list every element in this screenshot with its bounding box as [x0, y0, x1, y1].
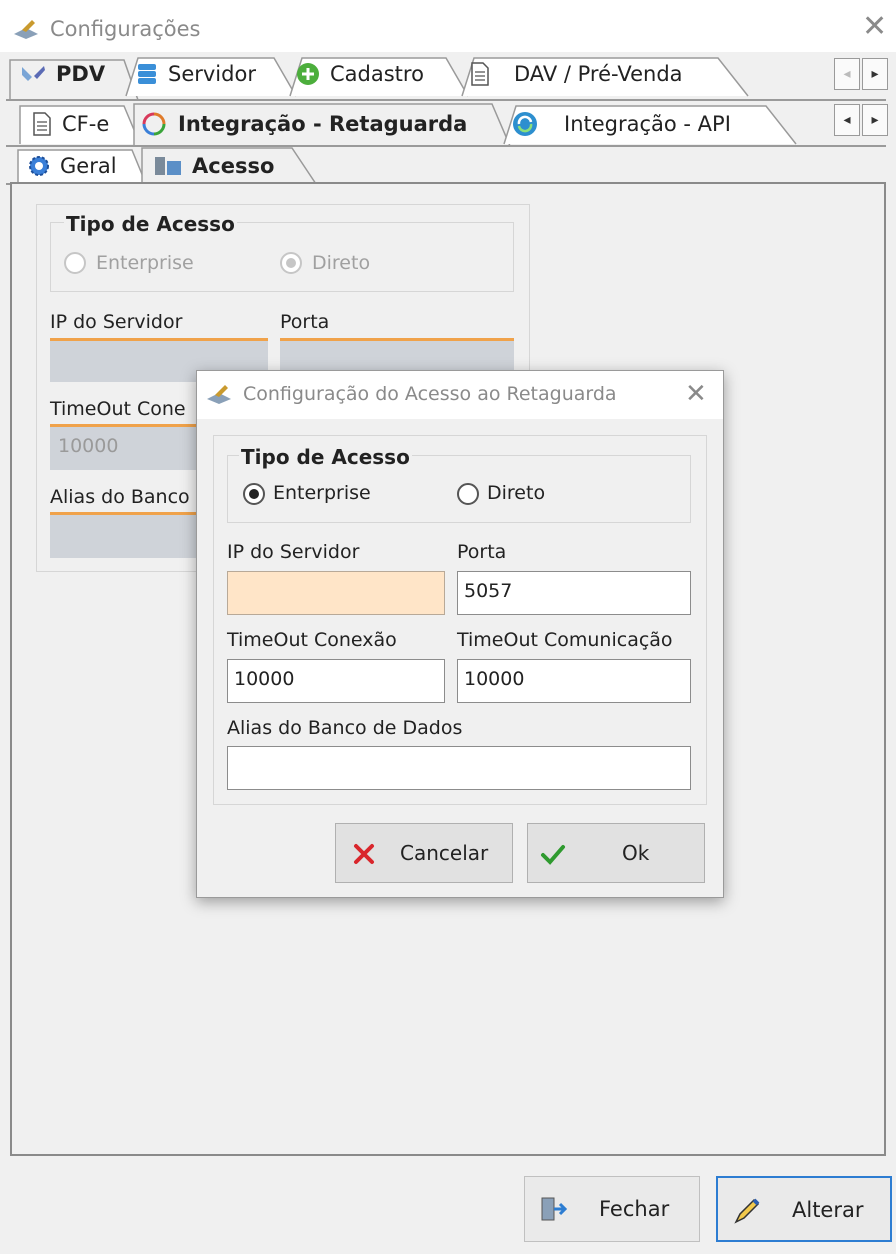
porta-field[interactable]: 5057	[457, 571, 691, 615]
radio-direto-label[interactable]: Direto	[487, 482, 545, 504]
document-icon	[33, 112, 51, 136]
porta-label: Porta	[457, 541, 507, 563]
refresh-icon	[513, 112, 537, 136]
add-circle-icon	[297, 63, 319, 85]
tab-label: Geral	[60, 154, 117, 178]
tab-cadastro[interactable]: Cadastro	[282, 52, 424, 96]
tab-integracao-retaguarda[interactable]: Integração - Retaguarda	[126, 102, 467, 146]
tab-label: Acesso	[192, 154, 275, 178]
window-close-button[interactable]: ✕	[862, 12, 887, 42]
bg-radio-enterprise-label: Enterprise	[96, 252, 194, 274]
bg-radio-enterprise	[64, 252, 86, 274]
document-icon	[471, 62, 489, 86]
gear-icon	[29, 156, 49, 176]
exit-door-icon	[541, 1197, 567, 1221]
tabs2-scroll-right-button[interactable]: ▸	[862, 104, 888, 136]
tab-servidor[interactable]: Servidor	[122, 52, 256, 96]
tab-cf-e[interactable]: CF-e	[18, 102, 109, 146]
tab-label: PDV	[56, 62, 106, 86]
dialog-close-button[interactable]: ✕	[685, 379, 707, 409]
tabs2-scroll-left-button[interactable]: ◂	[834, 104, 860, 136]
cancelar-button[interactable]: Cancelar	[335, 823, 513, 883]
bg-timeout-field: 10000	[50, 424, 210, 470]
tab-label: DAV / Pré-Venda	[514, 62, 683, 86]
ip-servidor-label: IP do Servidor	[227, 541, 360, 563]
access-config-dialog: Configuração do Acesso ao Retaguarda ✕ T…	[196, 370, 724, 898]
bg-radio-direto	[280, 252, 302, 274]
radio-enterprise[interactable]	[243, 483, 265, 505]
tabrow3-shapes	[6, 147, 886, 185]
bg-ip-label: IP do Servidor	[50, 311, 183, 333]
bg-radio-direto-label: Direto	[312, 252, 371, 274]
bg-alias-label: Alias do Banco	[50, 486, 190, 508]
radio-direto[interactable]	[457, 483, 479, 505]
app-icon	[207, 385, 231, 404]
ok-button[interactable]: Ok	[527, 823, 705, 883]
radio-enterprise-label[interactable]: Enterprise	[273, 482, 371, 504]
bg-group-title: Tipo de Acesso	[64, 212, 237, 236]
tab-label: Servidor	[168, 62, 256, 86]
timeout-comunicacao-label: TimeOut Comunicação	[457, 629, 673, 651]
pencil-icon	[734, 1198, 760, 1224]
tools-icon	[22, 66, 45, 81]
database-icon	[138, 64, 156, 84]
cancelar-label: Cancelar	[400, 841, 489, 865]
dialog-title: Configuração do Acesso ao Retaguarda	[243, 383, 617, 405]
bg-timeout-label: TimeOut Cone	[50, 398, 186, 420]
server-icon	[155, 157, 181, 175]
alias-banco-label: Alias do Banco de Dados	[227, 717, 463, 739]
tab-label: Integração - API	[564, 112, 731, 136]
alterar-button[interactable]: Alterar	[716, 1176, 892, 1242]
bg-timeout-value: 10000	[58, 435, 119, 457]
fechar-button[interactable]: Fechar	[524, 1176, 700, 1242]
timeout-conexao-label: TimeOut Conexão	[227, 629, 397, 651]
ok-label: Ok	[622, 841, 650, 865]
checkmark-icon	[541, 845, 565, 865]
tabs1-scroll-right-button[interactable]: ▸	[862, 58, 888, 90]
tipo-acesso-title: Tipo de Acesso	[239, 445, 412, 469]
sync-icon	[142, 112, 166, 136]
tabs1-scroll-left-button[interactable]: ◂	[834, 58, 860, 90]
timeout-conexao-field[interactable]: 10000	[227, 659, 445, 703]
tab-acesso[interactable]: Acesso	[140, 146, 274, 186]
alias-banco-field[interactable]	[227, 746, 691, 790]
bg-porta-label: Porta	[280, 311, 330, 333]
timeout-comunicacao-field[interactable]: 10000	[457, 659, 691, 703]
cancel-x-icon	[354, 844, 374, 864]
window-titlebar: Configurações ✕	[0, 0, 896, 52]
tab-label: Cadastro	[330, 62, 424, 86]
tab-dav-pre-venda[interactable]: DAV / Pré-Venda	[456, 52, 683, 96]
app-icon	[14, 20, 38, 39]
window-title: Configurações	[50, 17, 201, 41]
tab-pdv[interactable]: PDV	[6, 52, 105, 96]
tab-geral[interactable]: Geral	[14, 146, 117, 186]
dialog-titlebar: Configuração do Acesso ao Retaguarda ✕	[197, 371, 723, 419]
alterar-label: Alterar	[792, 1198, 864, 1222]
bg-alias-field	[50, 512, 210, 558]
tab-label: Integração - Retaguarda	[178, 112, 468, 136]
fechar-label: Fechar	[599, 1197, 670, 1221]
tab-label: CF-e	[62, 112, 110, 136]
tab-integracao-api[interactable]: Integração - API	[498, 102, 731, 146]
ip-servidor-field[interactable]	[227, 571, 445, 615]
